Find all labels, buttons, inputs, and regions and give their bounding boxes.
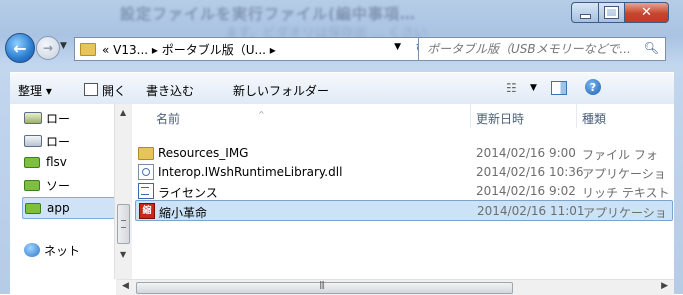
file-type: リッチ テキスト <box>582 186 670 200</box>
window-title: 設定ファイルを実行ファイル(編中事項… <box>120 5 416 23</box>
rtf-file-icon <box>138 183 154 199</box>
column-header-name[interactable]: 名前 ^ <box>138 104 478 128</box>
navigation-pane: ロー ロー flsv ソー app ネット <box>10 104 117 294</box>
nav-item-local-disk-1[interactable]: ロー <box>24 108 70 128</box>
network-drive-icon <box>24 156 40 168</box>
column-divider[interactable] <box>576 104 577 128</box>
open-button[interactable]: 開く <box>84 82 126 99</box>
file-row-interop-dll[interactable]: Interop.IWshRuntimeLibrary.dll 2014/02/1… <box>132 162 674 181</box>
file-row-resources-img[interactable]: Resources_IMG 2014/02/16 9:00 ファイル フォ <box>132 143 674 162</box>
window-controls: ✕ <box>571 2 669 23</box>
address-path[interactable]: « V13... ▸ ポータブル版（U... ▸ <box>102 41 276 58</box>
local-drive-icon <box>24 112 42 124</box>
scroll-down-icon[interactable]: ▼ <box>120 250 126 259</box>
nav-item-network[interactable]: ネット <box>24 240 80 260</box>
network-drive-icon <box>25 202 41 214</box>
new-folder-button[interactable]: 新しいフォルダー <box>233 82 329 99</box>
window-subtitle: ます。ビダオリは保存出 … くさい <box>225 26 427 38</box>
scroll-thumb[interactable]: ||| <box>136 280 513 294</box>
column-header-type[interactable]: 種類 <box>582 104 674 128</box>
address-dropdown-icon[interactable]: ▼ <box>394 42 401 52</box>
content-area: ロー ロー flsv ソー app ネット ▲ ▼ 名前 ^ 更新日時 種類 R… <box>10 104 674 295</box>
column-type-label: 種類 <box>582 112 607 126</box>
grip-icon: ||| <box>319 280 325 289</box>
nav-item-label: ソー <box>46 178 71 193</box>
back-arrow-icon: ← <box>13 38 27 58</box>
network-icon <box>24 243 40 257</box>
network-drive-icon <box>24 179 40 191</box>
forward-button[interactable]: → <box>36 36 60 60</box>
file-type: ファイル フォ <box>582 148 658 162</box>
nav-item-source[interactable]: ソー <box>24 175 70 195</box>
folder-icon <box>80 42 96 56</box>
scroll-thumb[interactable] <box>117 204 130 244</box>
maximize-button[interactable] <box>599 2 625 23</box>
file-type: アプリケーショ <box>582 167 666 181</box>
organize-button[interactable]: 整理 ▾ <box>18 82 52 99</box>
sort-ascending-icon: ^ <box>258 110 265 119</box>
file-name: 縮小革命 <box>159 206 208 220</box>
search-icon[interactable]: 🔍︎ <box>644 41 659 55</box>
close-button[interactable]: ✕ <box>625 2 669 23</box>
nav-item-label: flsv <box>46 155 67 169</box>
nav-item-label: app <box>47 201 70 215</box>
recent-pages-dropdown[interactable]: ▼ <box>60 41 67 51</box>
file-date: 2014/02/16 10:36 <box>476 165 584 179</box>
column-date-label: 更新日時 <box>476 112 525 126</box>
nav-item-label: ロー <box>46 134 71 149</box>
nav-item-label: ネット <box>44 243 81 258</box>
scroll-up-icon[interactable]: ▲ <box>120 108 126 117</box>
minimize-icon <box>579 14 591 19</box>
column-name-label: 名前 <box>156 112 181 126</box>
open-label: 開く <box>102 84 127 98</box>
navpane-vertical-scrollbar[interactable]: ▲ ▼ <box>114 104 132 279</box>
file-list: 名前 ^ 更新日時 種類 Resources_IMG 2014/02/16 9:… <box>132 104 674 279</box>
folder-icon <box>138 147 154 160</box>
back-button[interactable]: ← <box>5 33 35 63</box>
preview-pane-icon[interactable] <box>551 81 567 95</box>
open-icon <box>84 83 98 96</box>
file-type: アプリケーショ <box>583 206 667 220</box>
horizontal-scrollbar[interactable]: ◀ ||| ▶ <box>116 279 674 295</box>
help-icon[interactable]: ? <box>585 79 601 95</box>
close-icon: ✕ <box>641 5 652 20</box>
scroll-left-icon[interactable]: ◀ <box>122 281 129 291</box>
nav-item-label: ロー <box>46 111 71 126</box>
file-name: ライセンス <box>158 186 218 200</box>
file-date: 2014/02/16 9:02 <box>476 184 576 198</box>
view-dropdown-icon[interactable]: ▼ <box>530 83 537 93</box>
view-options-icon[interactable]: ☷ <box>506 81 517 95</box>
maximize-icon <box>604 6 619 19</box>
search-input[interactable] <box>427 42 635 56</box>
burn-button[interactable]: 書き込む <box>146 82 194 99</box>
drive-icon <box>24 135 42 147</box>
explorer-window: 設定ファイルを実行ファイル(編中事項… ます。ビダオリは保存出 … くさい ✕ … <box>0 0 683 295</box>
file-row-shukusho-kakumei[interactable]: 縮 縮小革命 2014/02/16 11:01 アプリケーショ <box>135 200 673 221</box>
file-date: 2014/02/16 11:01 <box>477 204 585 218</box>
search-box[interactable]: 🔍︎ <box>418 37 666 61</box>
file-name: Interop.IWshRuntimeLibrary.dll <box>158 165 343 179</box>
grip-icon <box>121 220 126 228</box>
nav-item-app[interactable]: app <box>22 197 116 219</box>
file-row-license[interactable]: ライセンス 2014/02/16 9:02 リッチ テキスト <box>132 181 674 200</box>
address-bar[interactable]: « V13... ▸ ポータブル版（U... ▸ ▼ <box>74 37 412 61</box>
command-bar: 整理 ▾ 開く 書き込む 新しいフォルダー ☷ ▼ ? <box>10 72 674 106</box>
file-name: Resources_IMG <box>158 146 249 160</box>
minimize-button[interactable] <box>571 2 599 23</box>
column-header-date[interactable]: 更新日時 <box>476 104 576 128</box>
nav-item-local-disk-2[interactable]: ロー <box>24 131 70 151</box>
column-divider[interactable] <box>470 104 471 128</box>
scroll-right-icon[interactable]: ▶ <box>661 281 668 291</box>
file-date: 2014/02/16 9:00 <box>476 146 576 160</box>
app-file-icon: 縮 <box>139 203 155 219</box>
dll-file-icon <box>138 164 154 180</box>
nav-item-flsv[interactable]: flsv <box>24 152 67 172</box>
forward-arrow-icon: → <box>42 41 54 55</box>
